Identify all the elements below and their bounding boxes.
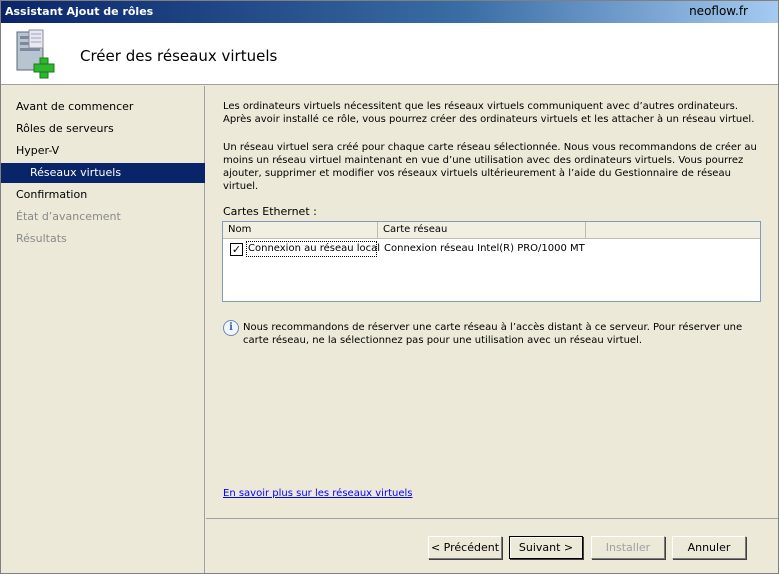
column-header-empty: [586, 222, 760, 239]
nav-item-resultats: Résultats: [16, 232, 67, 245]
title-bar[interactable]: Assistant Ajout de rôles neoflow.fr: [1, 1, 778, 23]
server-add-icon: [16, 29, 55, 79]
network-name: Connexion au réseau local: [248, 243, 381, 254]
table-row[interactable]: ✓ Connexion au réseau local Connexion ré…: [223, 240, 760, 258]
network-adapter: Connexion réseau Intel(R) PRO/1000 MT: [384, 243, 585, 254]
learn-more-link[interactable]: En savoir plus sur les réseaux virtuels: [223, 488, 412, 499]
page-title: Créer des réseaux virtuels: [80, 47, 278, 65]
network-checkbox[interactable]: ✓: [230, 243, 243, 256]
wizard-window: Assistant Ajout de rôles neoflow.fr Crée…: [0, 0, 779, 574]
nav-item-hyper-v[interactable]: Hyper-V: [1, 141, 205, 161]
previous-button[interactable]: < Précédent: [428, 536, 502, 559]
next-button[interactable]: Suivant >: [509, 536, 583, 559]
wizard-footer: < Précédent Suivant > Installer Annuler: [206, 518, 778, 573]
nav-item-etat-avancement: État d’avancement: [16, 210, 121, 223]
ethernet-cards-label: Cartes Ethernet :: [223, 205, 317, 218]
watermark: neoflow.fr: [689, 4, 748, 18]
wizard-content: Les ordinateurs virtuels nécessitent que…: [206, 86, 778, 518]
nav-item-confirmation[interactable]: Confirmation: [1, 185, 205, 205]
info-message: Nous recommandons de réserver une carte …: [243, 322, 743, 346]
list-header: Nom Carte réseau: [223, 222, 760, 239]
wizard-header: Créer des réseaux virtuels: [1, 23, 778, 85]
column-header-carte-reseau[interactable]: Carte réseau: [378, 222, 586, 239]
wizard-nav: Avant de commencer Rôles de serveurs Hyp…: [1, 86, 205, 573]
ethernet-cards-list[interactable]: Nom Carte réseau ✓ Connexion au réseau l…: [222, 221, 761, 302]
cancel-button[interactable]: Annuler: [672, 536, 746, 559]
nav-item-roles-de-serveurs[interactable]: Rôles de serveurs: [1, 119, 205, 139]
window-title: Assistant Ajout de rôles: [5, 5, 154, 18]
nav-item-reseaux-virtuels[interactable]: Réseaux virtuels: [1, 163, 205, 183]
intro-paragraph: Les ordinateurs virtuels nécessitent que…: [223, 101, 755, 125]
info-icon: i: [223, 320, 239, 336]
nav-item-avant-de-commencer[interactable]: Avant de commencer: [1, 97, 205, 117]
install-button: Installer: [591, 536, 665, 559]
explanation-paragraph: Un réseau virtuel sera créé pour chaque …: [223, 142, 757, 192]
column-header-nom[interactable]: Nom: [223, 222, 378, 239]
